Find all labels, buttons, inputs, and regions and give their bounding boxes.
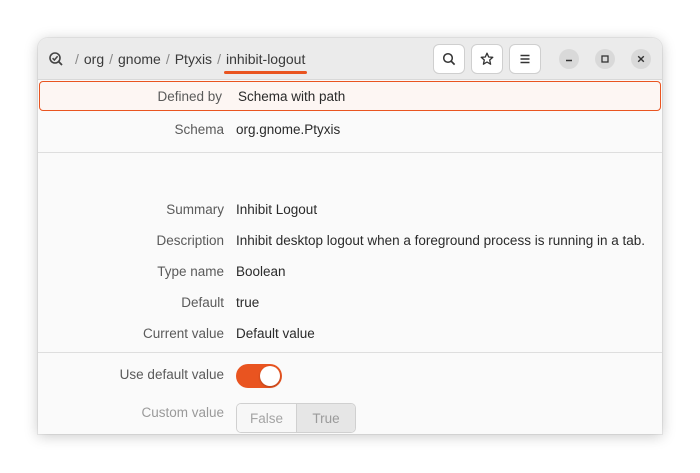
breadcrumb-ptyxis[interactable]: Ptyxis [175, 51, 212, 67]
schema-value: org.gnome.Ptyxis [236, 121, 341, 137]
type-name-value: Boolean [236, 263, 286, 279]
close-icon [637, 55, 645, 63]
row-current-value: Current value Default value [38, 318, 662, 348]
switch-knob [260, 366, 280, 386]
checkmark-search-icon[interactable] [48, 51, 64, 67]
search-icon [442, 52, 456, 66]
hamburger-menu-icon [520, 54, 530, 64]
description-label: Description [156, 232, 224, 248]
divider [38, 352, 662, 353]
bookmark-button[interactable] [471, 44, 503, 74]
current-value-value: Default value [236, 325, 315, 341]
divider [38, 152, 662, 153]
current-value-label: Current value [142, 325, 224, 341]
path-separator: / [217, 51, 221, 67]
breadcrumb-gnome[interactable]: gnome [118, 51, 161, 67]
breadcrumb-org[interactable]: org [84, 51, 104, 67]
row-summary: Summary Inhibit Logout [38, 194, 662, 224]
description-value: Inhibit desktop logout when a foreground… [236, 232, 646, 248]
minimize-button[interactable] [559, 49, 579, 69]
row-description: Description Inhibit desktop logout when … [38, 225, 662, 255]
use-default-label: Use default value [119, 366, 224, 382]
search-button[interactable] [433, 44, 465, 74]
main-menu-button[interactable] [509, 44, 541, 74]
false-option[interactable]: False [237, 404, 296, 432]
custom-value-label: Custom value [141, 404, 224, 420]
breadcrumb-inhibit-logout[interactable]: inhibit-logout [223, 51, 308, 74]
row-schema: Schema org.gnome.Ptyxis [38, 114, 662, 144]
custom-value-toggle: False True [236, 403, 356, 433]
summary-label: Summary [166, 201, 224, 217]
summary-value: Inhibit Logout [236, 201, 318, 217]
headerbar: / org / gnome / Ptyxis / inhibit-logout [38, 38, 662, 80]
defined-by-label: Defined by [157, 88, 222, 104]
dconf-editor-window: / org / gnome / Ptyxis / inhibit-logout [38, 38, 662, 434]
path-separator: / [165, 51, 170, 67]
maximize-button[interactable] [595, 49, 615, 69]
true-option[interactable]: True [296, 404, 355, 432]
row-defined-by: Defined by Schema with path [39, 81, 661, 111]
path-breadcrumb: / org / gnome / Ptyxis / inhibit-logout [48, 38, 308, 80]
path-separator: / [109, 51, 114, 67]
minimize-icon [566, 59, 572, 62]
row-type-name: Type name Boolean [38, 256, 662, 286]
use-default-switch[interactable] [236, 364, 282, 388]
defined-by-value: Schema with path [238, 88, 346, 104]
star-icon [480, 52, 494, 65]
close-button[interactable] [631, 49, 651, 69]
row-default: Default true [38, 287, 662, 317]
row-use-default: Use default value [38, 359, 662, 389]
schema-label: Schema [174, 121, 224, 137]
default-label: Default [181, 294, 224, 310]
type-name-label: Type name [157, 263, 224, 279]
maximize-icon [601, 55, 609, 63]
path-separator: / [75, 51, 79, 67]
default-value: true [236, 294, 260, 310]
